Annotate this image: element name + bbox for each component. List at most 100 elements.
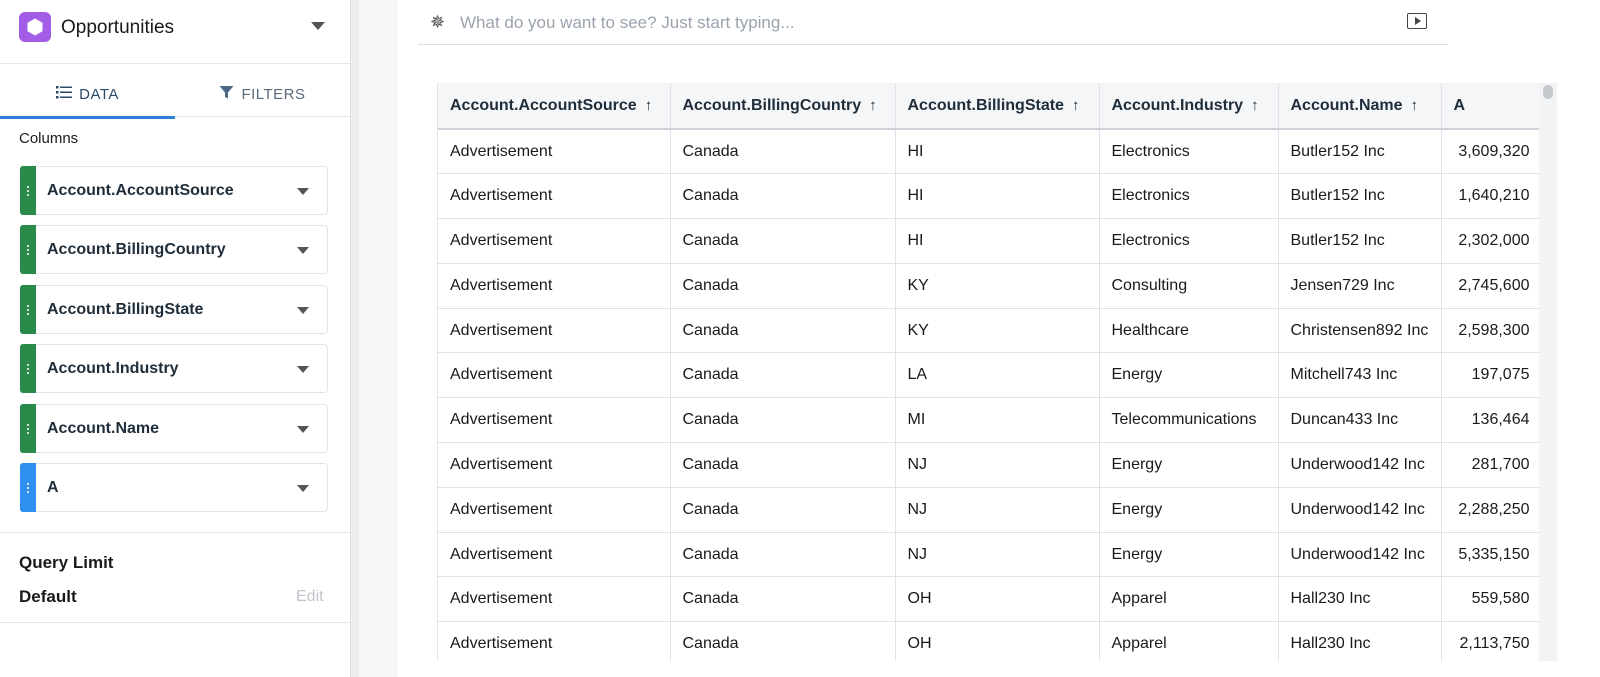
table-cell: Duncan433 Inc xyxy=(1278,397,1442,444)
divider xyxy=(0,622,350,623)
table-cell: 2,302,000 xyxy=(1441,218,1539,264)
table-cell: 2,288,250 xyxy=(1441,487,1539,533)
table-cell: KY xyxy=(895,308,1100,354)
chevron-down-icon[interactable] xyxy=(311,22,325,30)
table-row[interactable]: Advertisement Canada KY Healthcare Christens… xyxy=(438,308,1539,354)
table-cell: Electronics xyxy=(1099,218,1279,264)
table-row[interactable]: Advertisement Canada OH Apparel Hall230 Inc 5… xyxy=(438,576,1539,623)
drag-handle[interactable] xyxy=(20,285,36,334)
table-row[interactable]: Advertisement Canada LA Energy Mitchell743 I… xyxy=(438,352,1539,399)
table-cell: Canada xyxy=(670,397,896,444)
drag-dots-icon xyxy=(27,304,29,315)
table-row[interactable]: Advertisement Canada HI Electronics Butler15… xyxy=(438,218,1539,264)
column-item[interactable]: Account.Industry xyxy=(20,344,328,393)
table-cell: Butler152 Inc xyxy=(1278,218,1442,264)
search-input[interactable] xyxy=(460,10,1360,36)
datasource-selector[interactable]: Opportunities xyxy=(0,0,350,64)
table-cell: Advertisement xyxy=(438,173,671,220)
table-cell: Advertisement xyxy=(438,532,671,578)
table-cell: 1,640,210 xyxy=(1441,173,1539,220)
table-cell: Canada xyxy=(670,218,896,264)
column-item[interactable]: Account.BillingState xyxy=(20,285,328,334)
left-panel: Opportunities DATA FILTERS Columns Accou… xyxy=(0,0,350,677)
chevron-down-icon[interactable] xyxy=(297,247,309,254)
table-cell: NJ xyxy=(895,442,1100,488)
play-icon[interactable] xyxy=(1407,13,1427,29)
column-header[interactable]: Account.Name ↑ xyxy=(1278,83,1442,130)
datasource-title: Opportunities xyxy=(61,17,175,38)
table-scrollbar[interactable] xyxy=(1539,83,1557,661)
table-cell: Underwood142 Inc xyxy=(1278,532,1442,578)
chevron-down-icon[interactable] xyxy=(297,366,309,373)
table-row[interactable]: Advertisement Canada OH Apparel Hall230 Inc 2… xyxy=(438,621,1539,661)
table-row[interactable]: Advertisement Canada KY Consulting Jensen729… xyxy=(438,263,1539,309)
table-cell: Canada xyxy=(670,352,896,399)
table-cell: Advertisement xyxy=(438,397,671,444)
chevron-down-icon[interactable] xyxy=(297,485,309,492)
sort-asc-icon[interactable]: ↑ xyxy=(1072,97,1080,114)
drag-handle[interactable] xyxy=(20,225,36,274)
column-item[interactable]: Account.BillingCountry xyxy=(20,225,328,274)
scrollbar-thumb[interactable] xyxy=(1543,85,1553,99)
table-row[interactable]: Advertisement Canada NJ Energy Underwood142 … xyxy=(438,487,1539,533)
table-row[interactable]: Advertisement Canada HI Electronics Butler15… xyxy=(438,173,1539,220)
chevron-down-icon[interactable] xyxy=(297,188,309,195)
table-cell: 5,335,150 xyxy=(1441,532,1539,578)
table-cell: Canada xyxy=(670,173,896,220)
drag-dots-icon xyxy=(27,185,29,196)
sort-asc-icon[interactable]: ↑ xyxy=(1411,97,1419,114)
drag-dots-icon xyxy=(27,244,29,255)
list-icon xyxy=(56,86,73,103)
divider xyxy=(0,532,350,533)
drag-handle[interactable] xyxy=(20,166,36,215)
table-cell: Healthcare xyxy=(1099,308,1279,354)
drag-handle[interactable] xyxy=(20,404,36,453)
table-cell: Advertisement xyxy=(438,352,671,399)
table-row[interactable]: Advertisement Canada HI Electronics Butler15… xyxy=(438,129,1539,175)
drag-dots-icon xyxy=(27,482,29,493)
table-cell: Hall230 Inc xyxy=(1278,576,1442,623)
table-cell: Jensen729 Inc xyxy=(1278,263,1442,309)
table-cell: Apparel xyxy=(1099,621,1279,661)
table-cell: Advertisement xyxy=(438,263,671,309)
results-table: Account.AccountSource ↑ Account.BillingCo… xyxy=(437,83,1539,661)
chevron-down-icon[interactable] xyxy=(297,307,309,314)
chevron-down-icon[interactable] xyxy=(297,426,309,433)
table-cell: Canada xyxy=(670,308,896,354)
table-cell: Butler152 Inc xyxy=(1278,129,1442,175)
column-header[interactable]: Account.BillingState ↑ xyxy=(895,83,1100,130)
columns-section-label: Columns xyxy=(19,130,79,147)
sort-asc-icon[interactable]: ↑ xyxy=(1251,97,1259,114)
table-cell: Canada xyxy=(670,442,896,488)
search-bar: ✵ xyxy=(418,0,1448,45)
query-limit-edit-button[interactable]: Edit xyxy=(296,588,324,606)
column-item[interactable]: A xyxy=(20,463,328,512)
sort-asc-icon[interactable]: ↑ xyxy=(869,97,877,114)
table-cell: 281,700 xyxy=(1441,442,1539,488)
drag-handle[interactable] xyxy=(20,463,36,512)
table-row[interactable]: Advertisement Canada NJ Energy Underwood142 … xyxy=(438,532,1539,578)
table-row[interactable]: Advertisement Canada MI Telecommunications D… xyxy=(438,397,1539,444)
tab-filters[interactable]: FILTERS xyxy=(175,72,350,117)
table-cell: 559,580 xyxy=(1441,576,1539,623)
table-cell: Advertisement xyxy=(438,576,671,623)
drag-handle[interactable] xyxy=(20,344,36,393)
column-item[interactable]: Account.AccountSource xyxy=(20,166,328,215)
column-header[interactable]: Account.Industry ↑ xyxy=(1099,83,1279,130)
panel-scrollbar[interactable] xyxy=(350,0,359,677)
table-cell: Butler152 Inc xyxy=(1278,173,1442,220)
table-cell: Canada xyxy=(670,487,896,533)
tab-data[interactable]: DATA xyxy=(0,72,175,119)
table-row[interactable]: Advertisement Canada NJ Energy Underwood142 … xyxy=(438,442,1539,488)
table-cell: Mitchell743 Inc xyxy=(1278,352,1442,399)
column-header[interactable]: Account.BillingCountry ↑ xyxy=(670,83,896,130)
sort-asc-icon[interactable]: ↑ xyxy=(645,97,653,114)
table-cell: HI xyxy=(895,129,1100,175)
table-cell: Hall230 Inc xyxy=(1278,621,1442,661)
table-cell: MI xyxy=(895,397,1100,444)
column-header[interactable]: Account.AccountSource ↑ xyxy=(438,83,671,130)
table-cell: Advertisement xyxy=(438,308,671,354)
table-cell: Advertisement xyxy=(438,487,671,533)
column-item[interactable]: Account.Name xyxy=(20,404,328,453)
column-header[interactable]: A xyxy=(1441,83,1539,130)
